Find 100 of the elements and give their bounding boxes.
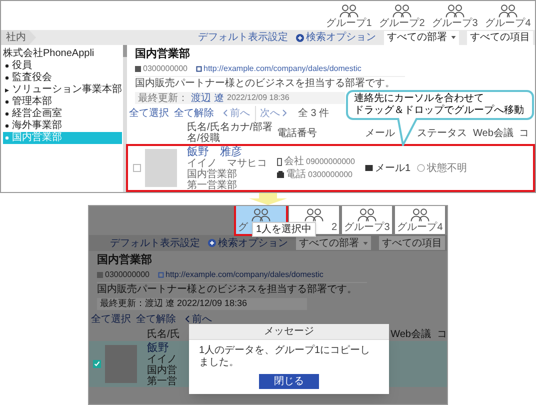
people-icon [304,208,324,222]
contact-name[interactable]: 飯野 [147,342,177,354]
search-options-button[interactable]: 検索オプション [296,30,376,45]
status-text: 状態不明 [427,162,467,176]
bullet-icon [5,136,9,140]
contact-kana: イイノ マサヒコ [187,158,268,168]
result-count: 全 3 件 [298,106,330,120]
photo-placeholder [105,345,137,383]
department-select[interactable]: すべての部署 [296,236,371,250]
tooltip: 1人を選択中 [252,222,316,237]
clear-all-link[interactable]: 全て解除 [136,312,176,326]
column-header: メール [365,128,396,138]
contact-kana: イイノ [147,354,177,364]
contact-row[interactable]: 飯野 雅彦 イイノ マサヒコ 国内営業部 第一営業部 会社 09000000000 電話 0300000000 メール1 状態不明 [127,145,534,191]
user-link[interactable]: 遼 [214,90,224,106]
bullet-icon [5,64,9,68]
people-icon [392,4,412,18]
select-all-link[interactable]: 全て選択 [91,312,131,326]
people-icon [445,4,465,18]
tree-item[interactable]: 管理本部 [3,96,122,108]
tree-item[interactable]: 役員 [3,60,122,72]
department-select[interactable]: すべての部署 [384,30,459,44]
group-button[interactable]: グループ3 [430,2,480,30]
contact-name[interactable]: 飯野 雅彦 [187,146,277,158]
updated-label: 最終更新： [138,92,188,106]
select-all-link[interactable]: 全て選択 [129,106,169,120]
tree-root[interactable]: 株式会社PhoneAppli [3,48,123,60]
people-icon [357,208,377,222]
column-header: 氏名/氏名カナ/部署名/役職 [187,122,274,144]
tree-item[interactable]: 経営企画室 [3,108,122,120]
field-select[interactable]: すべての項目 [467,30,533,44]
phone-number: 0300000000 [308,169,352,180]
previous-link[interactable]: 前へ [185,312,212,326]
column-header: コ [519,128,530,138]
group-button[interactable]: グループ2 [377,2,427,30]
contact-department: 第一営 [147,376,177,386]
group-label: グループ4 [485,18,531,29]
dialog-message: 1人のデータを、グループ1にコピーしました。 [198,345,372,369]
chevron-right-icon [282,109,287,117]
phone-label: 会社 [284,156,304,167]
field-select[interactable]: すべての項目 [379,236,445,250]
department-description: 国内販売パートナー様とのビジネスを担当する部署です。 [135,78,396,90]
clear-all-link[interactable]: 全て解除 [174,106,214,120]
group-button[interactable]: グループ4 [395,206,445,234]
group-label: グループ3 [432,18,478,29]
group-button[interactable]: グループ4 [483,2,533,30]
column-header: Web会議 [390,328,431,342]
checkbox[interactable] [133,164,141,172]
group-label: グループ4 [397,222,443,233]
phone-number: 09000000000 [306,156,355,167]
contact-department: 国内営業部 [187,168,238,180]
plus-icon [296,34,304,42]
people-icon [339,4,359,18]
department-url[interactable]: http://example.com/company/dales/domestic [166,269,324,280]
close-button[interactable]: 閉じる [259,374,319,389]
department-title: 国内営業部 [135,47,191,61]
check-icon [94,361,100,367]
group-label: グループ1 [326,18,372,29]
updated-date: 2022/12/09 18:36 [227,92,290,104]
group-button[interactable]: グループ1 [324,2,374,30]
mail-link[interactable]: メール1 [375,160,411,176]
column-header: コ [437,328,447,342]
department-title: 国内営業部 [97,253,153,267]
default-view-link[interactable]: デフォルト表示設定 [110,236,200,250]
last-updated-bar: 最終更新：渡辺 遼 2022/12/09 18:36 [97,298,307,310]
mobile-phone-icon [277,158,282,166]
department-description: 国内販売パートナー様とのビジネスを担当する部署です。 [97,284,358,296]
contact-department: 第一営業部 [187,180,238,190]
people-icon [410,208,430,222]
plus-icon [208,239,216,247]
scrollbar[interactable] [123,45,127,192]
phone-number: 0300000000 [143,63,188,74]
bullet-icon [5,100,9,104]
user-link[interactable]: 渡辺 [191,90,211,106]
column-header: ステータス [417,128,468,138]
breadcrumb-item[interactable]: 社内 [1,30,36,45]
people-icon [251,208,271,222]
chevron-left-icon [223,109,228,117]
tree-label: 管理本部 [12,96,52,108]
tree-item[interactable]: 海外事業部 [3,120,122,132]
bullet-icon [5,76,9,80]
tree-label: 役員 [12,60,32,72]
default-view-link[interactable]: デフォルト表示設定 [198,30,288,45]
photo-placeholder [145,149,177,187]
phone-number: 0300000000 [105,269,150,280]
tree-label: 海外事業部 [12,120,62,132]
group-label: グループ2 [379,18,425,29]
link-icon [196,66,202,72]
caret-icon [451,36,456,39]
phone-label: 電話 [286,169,306,180]
group-label: 2 [331,222,337,233]
department-url[interactable]: http://example.com/company/dales/domestic [204,63,362,74]
caret-icon [363,242,368,244]
search-options-button[interactable]: 検索オプション [208,236,288,250]
group-button[interactable]: グループ3 [342,206,392,234]
people-icon [498,4,518,18]
tree-item[interactable]: 監査役会 [3,72,122,84]
collapsed-triangle-icon[interactable] [5,88,9,92]
tree-label: 国内営業部 [12,132,62,144]
bullet-icon [5,124,9,128]
